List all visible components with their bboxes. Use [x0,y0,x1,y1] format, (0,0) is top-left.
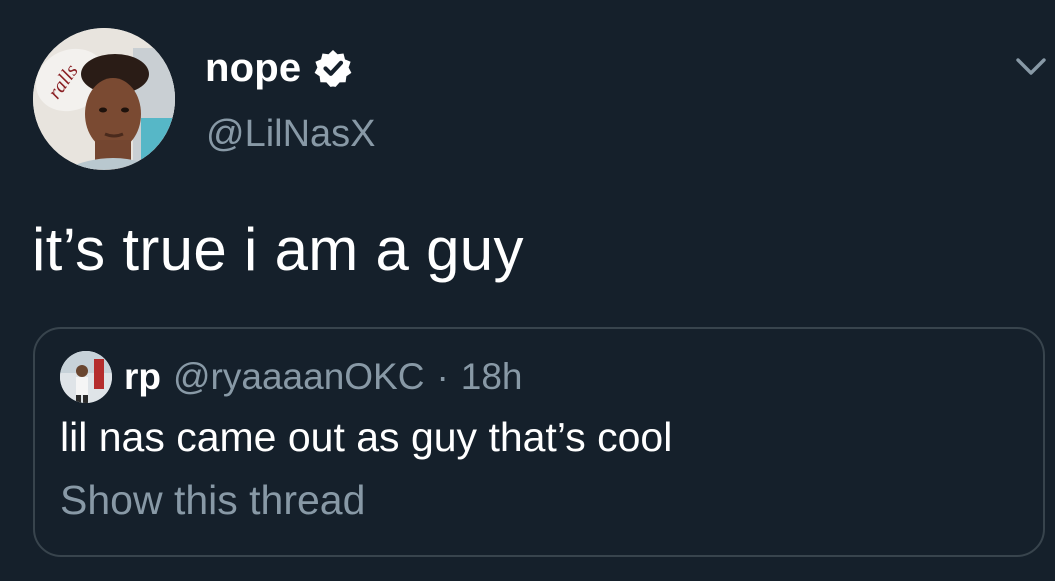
verified-badge-icon [314,50,352,87]
tweet-card: ralls nope @LilNasX it’s true i am a guy [0,0,1055,581]
quoted-header-separator: · [436,356,449,397]
show-thread-link[interactable]: Show this thread [60,477,365,524]
quoted-avatar-photo-icon [60,351,112,403]
author-name-row[interactable]: nope [205,40,353,96]
quoted-tweet-timestamp[interactable]: 18h [461,356,523,398]
author-avatar[interactable]: ralls [33,28,175,170]
author-handle[interactable]: @LilNasX [206,113,376,156]
quoted-tweet[interactable]: rp @ryaaaanOKC · 18h lil nas came out as… [33,327,1045,557]
author-display-name[interactable]: nope [205,46,301,91]
quoted-tweet-text: lil nas came out as guy that’s cool [60,414,673,460]
avatar-photo-icon: ralls [33,28,175,170]
quoted-author-avatar[interactable] [60,351,112,403]
chevron-down-icon[interactable] [1014,54,1048,80]
tweet-text: it’s true i am a guy [32,216,524,283]
quoted-author-display-name[interactable]: rp [124,356,161,398]
quoted-author-handle[interactable]: @ryaaaanOKC [173,356,424,398]
quoted-tweet-header: rp @ryaaaanOKC · 18h [60,349,523,405]
